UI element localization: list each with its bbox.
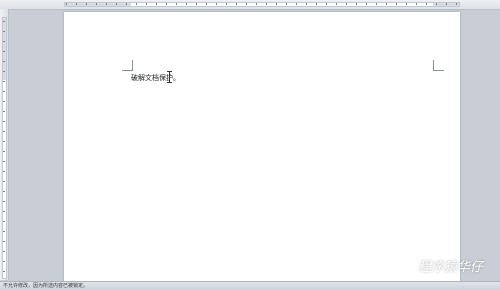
ruler-tick [386,3,387,5]
vruler-tick [3,71,5,72]
vruler-tick [3,181,5,182]
vruler-tick [3,241,5,242]
vruler-tick [3,211,5,212]
ruler-tick [236,3,237,5]
watermark: 程序猿华仔 [398,256,483,275]
ruler-tick [126,3,127,5]
document-text[interactable]: 破解文档保护。 [131,74,180,83]
ruler-tick [66,3,67,5]
ruler-tick [76,3,77,5]
ruler-tick [226,3,227,5]
word-window: 破解文档保护。 程序猿华仔 不允许修改，因为所选内容已被锁定。 [0,0,500,290]
ruler-tick [346,3,347,5]
ruler-tick [396,3,397,5]
left-margin-region [65,3,131,6]
ruler-tick [406,3,407,5]
vruler-tick [3,61,5,62]
text-cursor-icon [167,71,172,83]
vruler-track [2,17,7,279]
ruler-tick [246,3,247,5]
vruler-tick [3,81,5,82]
vruler-tick [3,111,5,112]
vruler-tick [3,271,5,272]
ruler-tick [416,3,417,5]
ruler-tick [106,3,107,5]
ruler-tick [146,3,147,5]
ruler-tick [306,3,307,5]
ruler-tick [186,3,187,5]
ruler-tick [326,3,327,5]
vruler-tick [3,191,5,192]
ruler-tick [296,3,297,5]
vruler-tick [3,31,5,32]
ruler-tick [96,3,97,5]
horizontal-ruler[interactable] [0,0,500,10]
vruler-tick [3,51,5,52]
ruler-tick [436,3,437,5]
watermark-label: 程序猿华仔 [418,260,484,275]
vruler-tick [3,261,5,262]
vruler-tick [3,151,5,152]
vruler-tick [3,141,5,142]
ruler-tick [316,3,317,5]
vruler-tick [3,131,5,132]
ruler-tick [456,3,457,5]
vertical-ruler[interactable] [0,9,9,280]
wechat-icon [398,258,414,272]
vruler-tick [3,171,5,172]
vruler-tick [3,91,5,92]
ruler-tick [136,3,137,5]
ruler-tick [446,3,447,5]
vruler-tick [3,251,5,252]
ruler-tick [256,3,257,5]
vruler-tick [3,231,5,232]
vruler-tick [3,21,5,22]
ruler-track [64,2,460,7]
ruler-tick [366,3,367,5]
margin-corner-top-right [433,60,444,71]
ruler-tick [116,3,117,5]
vruler-tick [3,121,5,122]
vruler-tick [3,41,5,42]
ruler-tick [376,3,377,5]
document-page[interactable]: 破解文档保护。 [64,12,460,282]
vruler-tick [3,221,5,222]
ruler-tick [86,3,87,5]
vruler-tick [3,201,5,202]
ruler-tick [276,3,277,5]
margin-corner-top-left [122,60,133,71]
ruler-tick [196,3,197,5]
ruler-tick [206,3,207,5]
ruler-tick [426,3,427,5]
vruler-tick [3,101,5,102]
ruler-tick [356,3,357,5]
ruler-tick [216,3,217,5]
ruler-tick [266,3,267,5]
ruler-tick [176,3,177,5]
ruler-tick [156,3,157,5]
ruler-tick [286,3,287,5]
vruler-tick [3,161,5,162]
ruler-tick [336,3,337,5]
ruler-tick [166,3,167,5]
